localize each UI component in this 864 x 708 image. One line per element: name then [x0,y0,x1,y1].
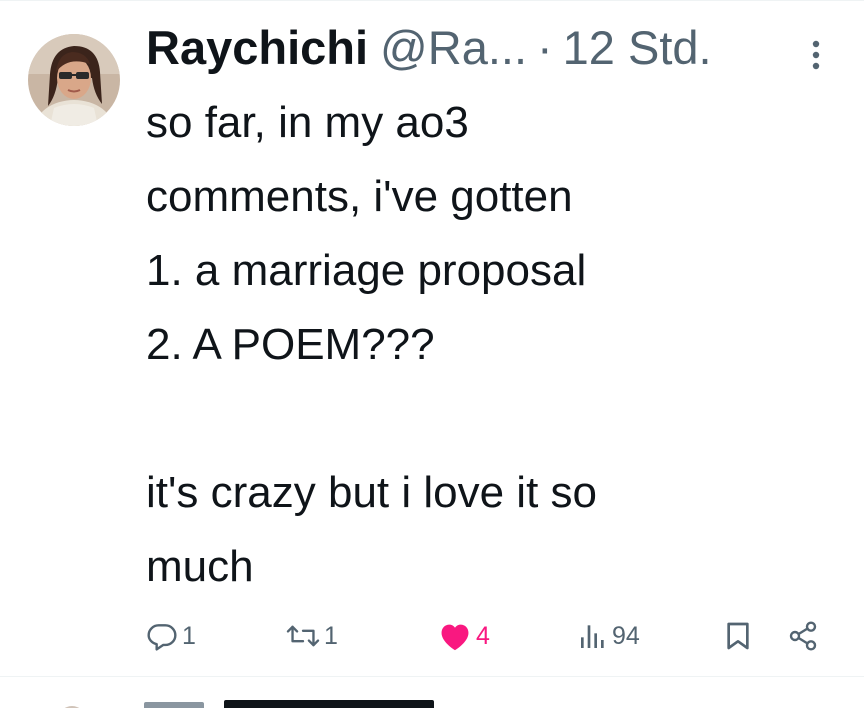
like-count: 4 [476,621,490,650]
like-button[interactable]: 4 [438,612,490,660]
next-tweet-clipped [64,700,434,708]
repost-icon [286,625,320,647]
reply-icon [147,624,177,651]
more-options-button[interactable] [806,38,826,72]
repost-button[interactable]: 1 [286,612,338,660]
tweet-text-line: so far, in my ao3 [146,98,469,147]
tweet: Raychichi @Ra... · 12 Std. so far, in my… [0,0,864,708]
more-vertical-icon [812,40,820,70]
views-count: 94 [612,621,640,650]
avatar[interactable] [28,34,120,126]
reply-count: 1 [182,621,196,650]
profile-photo-icon [28,34,120,126]
share-icon [789,621,817,651]
author-name[interactable]: Raychichi [146,20,368,76]
analytics-bars-icon [581,625,604,648]
tweet-header: Raychichi @Ra... · 12 Std. [146,20,712,76]
tweet-text-line: comments, i've gotten [146,172,573,221]
tweet-text: so far, in my ao3 comments, i've gotten … [146,86,836,604]
tweet-text-line: it's crazy but i love it so [146,468,597,517]
divider [0,676,864,677]
separator-dot: · [537,21,553,74]
bookmark-button[interactable] [724,612,752,660]
tweet-text-line: much [146,542,254,591]
divider [0,0,864,1]
repost-count: 1 [324,621,338,650]
tweet-text-line: 2. A POEM??? [146,320,435,369]
bookmark-icon [727,622,749,650]
views-button[interactable]: 94 [578,612,640,660]
reply-button[interactable]: 1 [146,612,196,660]
action-bar: 1 1 4 94 [146,612,836,660]
heart-filled-icon [441,624,469,651]
author-handle[interactable]: @Ra... [380,20,527,76]
share-button[interactable] [786,612,820,660]
tweet-text-line: 1. a marriage proposal [146,246,587,295]
timestamp[interactable]: 12 Std. [563,20,712,76]
